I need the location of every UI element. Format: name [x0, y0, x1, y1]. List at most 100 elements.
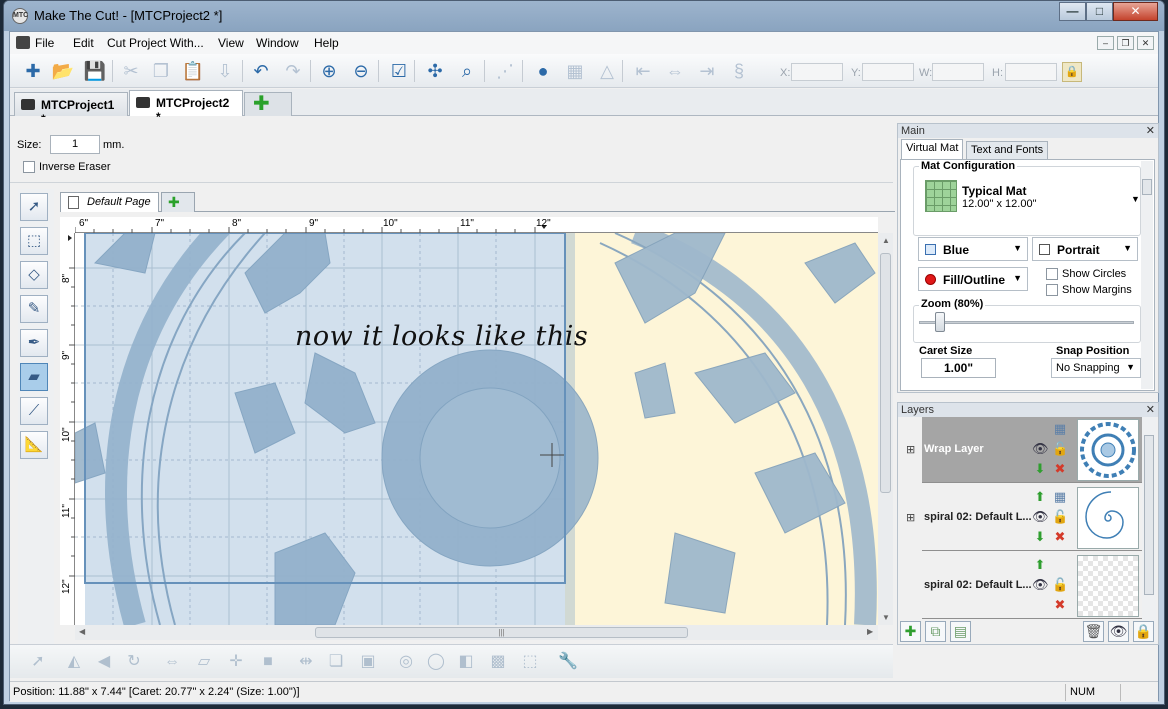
layer-lock-icon[interactable]: 🔓	[1052, 509, 1068, 525]
layers-scroll-thumb[interactable]	[1144, 435, 1154, 595]
delete-layer-icon[interactable]: ✖	[1052, 529, 1068, 545]
snap-icon[interactable]: ⋰	[492, 58, 518, 84]
size-input[interactable]: 1	[50, 135, 100, 154]
stretch-icon[interactable]: ⇔	[160, 650, 184, 674]
align-center-icon[interactable]: ⇔	[662, 58, 688, 84]
y-field[interactable]	[862, 63, 914, 81]
fill-mode-select[interactable]: Fill/Outline ▼	[918, 267, 1028, 291]
layer-lock-icon[interactable]: 🔓	[1052, 577, 1068, 593]
canvas-horizontal-scrollbar[interactable]: ◀ ||| ▶	[75, 625, 878, 640]
pen-tool-icon[interactable]: ✒	[20, 329, 48, 357]
add-page-button[interactable]: ✚	[161, 192, 195, 212]
pointer-tool-icon[interactable]: ➚	[20, 193, 48, 221]
tab-mtcproject2[interactable]: MTCProject2 *	[129, 90, 243, 124]
move-down-icon[interactable]: ⬇	[1032, 529, 1048, 545]
visibility-eye-icon[interactable]: 👁	[1032, 509, 1049, 525]
x-field[interactable]	[791, 63, 843, 81]
layer-row[interactable]: spiral 02: Default L... ⬆ ▦ 👁 🔓 ⬇ ✖	[922, 485, 1142, 551]
zoom-slider-thumb[interactable]	[935, 312, 945, 332]
delete-layer-icon[interactable]: ✖	[1052, 461, 1068, 477]
virtual-mat-canvas[interactable]: now it looks like this	[75, 233, 878, 625]
orientation-select[interactable]: Portrait ▼	[1032, 237, 1138, 261]
title-bar[interactable]: MTC Make The Cut! - [MTCProject2 *] — □ …	[4, 1, 1164, 31]
align-right-icon[interactable]: ⇥	[694, 58, 720, 84]
add-project-button[interactable]: ✚	[244, 92, 292, 116]
move-up-icon[interactable]: ⬆	[1032, 489, 1048, 505]
node-edit-tool-icon[interactable]: ⬚	[20, 227, 48, 255]
canvas-vertical-scroll-thumb[interactable]	[880, 253, 891, 493]
shape-icon[interactable]: △	[594, 58, 620, 84]
pattern-icon[interactable]: ▩	[486, 650, 510, 674]
center-icon[interactable]: ✛	[224, 650, 248, 674]
delete-layer-icon[interactable]: ✖	[1052, 597, 1068, 613]
menu-view[interactable]: View	[218, 36, 244, 50]
wrench-icon[interactable]: 🔧	[556, 650, 580, 674]
main-panel-scroll-thumb[interactable]	[1142, 179, 1152, 195]
rotate-icon[interactable]: ↻	[122, 650, 146, 674]
save-icon[interactable]: 💾	[82, 58, 108, 84]
eraser-tool-icon[interactable]: ▰	[20, 363, 48, 391]
flip-vertical-icon[interactable]: ◀	[92, 650, 116, 674]
grid-icon[interactable]: ▦	[562, 58, 588, 84]
document-menu-icon[interactable]	[16, 36, 30, 49]
expand-layer-icon[interactable]: ⊞	[906, 511, 915, 524]
show-margins-checkbox[interactable]	[1046, 284, 1058, 296]
distribute-icon[interactable]: ⇹	[294, 650, 318, 674]
flip-horizontal-icon[interactable]: ◭	[62, 650, 86, 674]
align-left-icon[interactable]: ⇤	[630, 58, 656, 84]
fill-icon[interactable]: ■	[256, 650, 280, 674]
check-icon[interactable]: ☑	[386, 58, 412, 84]
new-icon[interactable]: ✚	[20, 58, 46, 84]
cut-icon[interactable]: ✂	[118, 58, 144, 84]
skew-icon[interactable]: ▱	[192, 650, 216, 674]
mdi-minimize-button[interactable]: –	[1097, 36, 1114, 50]
w-field[interactable]	[932, 63, 984, 81]
add-layer-icon[interactable]: ✚	[900, 621, 921, 642]
snap-position-select[interactable]: No Snapping ▼	[1051, 358, 1141, 378]
visibility-eye-icon[interactable]: 👁	[1032, 577, 1049, 593]
menu-help[interactable]: Help	[314, 36, 339, 50]
layers-scrollbar[interactable]	[1142, 417, 1156, 643]
paste-icon[interactable]: 📋	[180, 58, 206, 84]
art-icon[interactable]: ●	[530, 58, 556, 84]
layer-grid-icon[interactable]: ▦	[1052, 489, 1068, 505]
measure-tool-icon[interactable]: 📐	[20, 431, 48, 459]
open-icon[interactable]: 📂	[50, 58, 76, 84]
show-circles-checkbox[interactable]	[1046, 268, 1058, 280]
weld-icon[interactable]: ◎	[394, 650, 418, 674]
shapes-tool-icon[interactable]: ◇	[20, 261, 48, 289]
visibility-eye-icon[interactable]: 👁	[1032, 441, 1049, 457]
main-panel-scrollbar[interactable]	[1141, 161, 1153, 389]
layer-lock-icon[interactable]: 🔓	[1052, 441, 1068, 457]
knife-tool-icon[interactable]: ⟋	[20, 397, 48, 425]
select-all-icon[interactable]: ✣	[422, 58, 448, 84]
redo-icon[interactable]: ↷	[280, 58, 306, 84]
menu-window[interactable]: Window	[256, 36, 299, 50]
zoom-out-icon[interactable]: ⊖	[348, 58, 374, 84]
svg-icon[interactable]: §	[726, 58, 752, 84]
move-up-icon[interactable]: ⬆	[1032, 557, 1048, 573]
h-field[interactable]	[1005, 63, 1057, 81]
main-panel-close-icon[interactable]: ✕	[1146, 124, 1155, 138]
canvas-vertical-scrollbar[interactable]: ▲ ▼	[878, 233, 893, 625]
maximize-button[interactable]: □	[1086, 2, 1113, 21]
zoom-in-icon[interactable]: ⊕	[316, 58, 342, 84]
mat-color-select[interactable]: Blue ▼	[918, 237, 1028, 261]
show-all-eye-icon[interactable]: 👁	[1108, 621, 1129, 642]
tab-virtual-mat[interactable]: Virtual Mat	[901, 139, 964, 159]
layer-row[interactable]: Wrap Layer ▦ 👁 🔓 ⬇ ✖	[922, 417, 1142, 483]
caret-size-input[interactable]: 1.00"	[921, 358, 996, 378]
tab-text-and-fonts[interactable]: Text and Fonts	[966, 141, 1049, 159]
tab-mtcproject1[interactable]: MTCProject1 *	[14, 92, 128, 126]
import-icon[interactable]: ⇩	[212, 58, 238, 84]
group-icon[interactable]: ❏	[324, 650, 348, 674]
mat-thumbnail[interactable]	[925, 180, 957, 212]
shadow-icon[interactable]: ◯	[424, 650, 448, 674]
merge-layer-icon[interactable]: ▤	[950, 621, 971, 642]
aspect-lock-icon[interactable]: 🔒	[1062, 62, 1082, 82]
tab-default-page[interactable]: Default Page	[60, 192, 159, 212]
trash-icon[interactable]: 🗑	[1083, 621, 1104, 642]
inverse-eraser-checkbox[interactable]	[23, 161, 35, 173]
zoom-fit-icon[interactable]: ⌕	[454, 58, 480, 84]
dotted-select-icon[interactable]: ⬚	[518, 650, 542, 674]
